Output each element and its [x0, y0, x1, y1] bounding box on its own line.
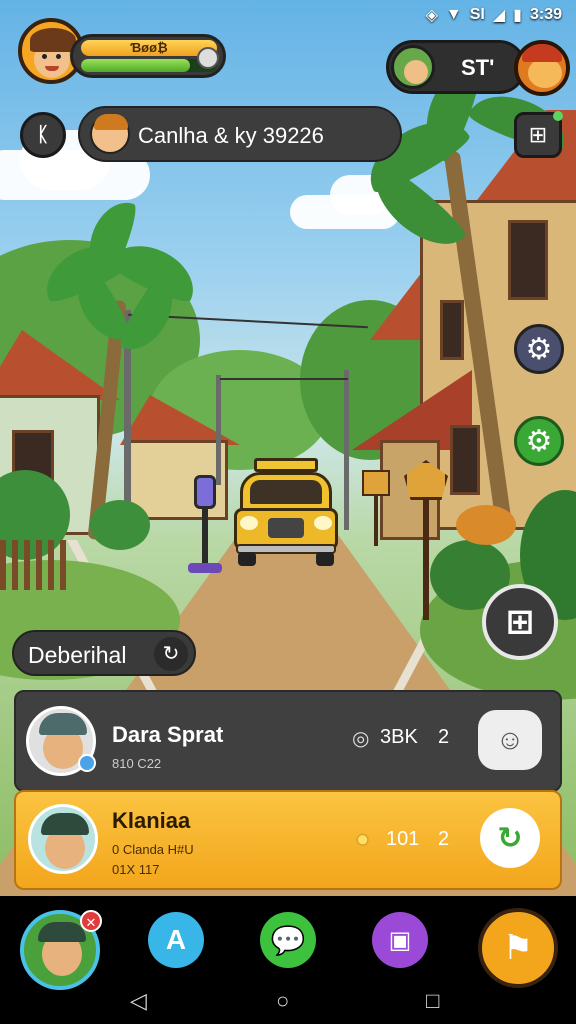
player-avatar-2 [28, 804, 98, 874]
player-sub-line2: 01X 117 [112, 862, 160, 877]
xp-fill [81, 59, 190, 72]
player-card-highlight[interactable]: Klaniaa 0 Clanda H#U 01X 117 ● 101 2 ↻ [14, 790, 562, 890]
wifi-icon: ◈ [425, 7, 438, 24]
bottom-nav: ✕ A 💬 ▣ ⚑ ◁ ○ □ [0, 896, 576, 1024]
shop-nav-button[interactable]: ▣ [372, 912, 428, 968]
clock: 3:39 [529, 6, 562, 23]
status-bar: ◈ ▼ SI ◢ ▮ 3:39 [0, 0, 576, 30]
currency-pill[interactable]: ST' [386, 40, 526, 94]
player-rank: 2 [438, 828, 450, 850]
player-stat: 101 [386, 828, 420, 850]
rival-avatar[interactable] [514, 40, 570, 96]
quest-avatar [90, 114, 130, 154]
player-rank: 2 [438, 726, 450, 748]
wifi-signal-icon: ▼ [445, 6, 462, 23]
camera-icon: ◎ [352, 728, 370, 750]
fence [0, 540, 70, 590]
event-icon: ⚑ [502, 929, 534, 967]
companion-icon [391, 45, 435, 89]
player-card[interactable]: Dara Sprat 810 C22 ◎ 3BK 2 ☺ [14, 690, 562, 792]
settings-button[interactable]: ⚙ [514, 324, 564, 374]
coin-icon: ● [356, 826, 370, 851]
bush [90, 500, 150, 550]
grid-button[interactable]: ⊞ [514, 111, 563, 158]
utility-pole [344, 370, 349, 530]
taxi[interactable] [234, 458, 338, 566]
chat-a-icon: A [165, 924, 187, 955]
profile-badge-icon: ✕ [80, 910, 102, 932]
battery-icon: ▮ [513, 7, 522, 24]
refresh-icon: ↻ [497, 821, 523, 855]
location-pill[interactable]: Deberihal ↻ [12, 630, 196, 676]
quest-label: Canlha & ky 39226 [138, 123, 324, 148]
quest-banner[interactable]: Canlha & ky 39226 [78, 106, 402, 162]
player-sub-line1: 0 Clanda H#U [112, 842, 194, 857]
ghost-icon: ☺ [495, 724, 525, 755]
ghost-button[interactable]: ☺ [478, 710, 542, 770]
location-label: Deberihal [28, 642, 127, 668]
xp-end-icon [197, 47, 219, 69]
chat-a-nav-button[interactable]: A [148, 912, 204, 968]
map-icon: ᛕ [37, 123, 49, 146]
recents-button[interactable]: □ [426, 988, 439, 1014]
gear-icon: ⚙ [525, 424, 553, 458]
player-name: Klaniaa [112, 808, 191, 833]
notification-dot [553, 111, 563, 121]
grid-icon: ⊞ [528, 122, 548, 147]
map-button[interactable]: ᛕ [20, 112, 66, 158]
refresh-small-icon: ↻ [154, 637, 188, 671]
message-icon: 💬 [270, 924, 306, 956]
power-line [220, 378, 348, 380]
settings-green-button[interactable]: ⚙ [514, 416, 564, 466]
xp-bar: Ɓøø₿ [70, 34, 226, 78]
message-nav-button[interactable]: 💬 [260, 912, 316, 968]
flower-bush [456, 505, 516, 545]
currency-label: ST' [461, 55, 495, 80]
utility-pole [216, 375, 221, 485]
back-button[interactable]: ◁ [130, 988, 147, 1014]
shop-icon: ▣ [388, 926, 412, 954]
player-sub: 810 C22 [112, 756, 162, 771]
player-name: Dara Sprat [112, 722, 224, 747]
hash-icon: ⊞ [505, 603, 535, 641]
action-button[interactable]: ⊞ [482, 584, 558, 660]
event-nav-button[interactable]: ⚑ [478, 908, 558, 988]
verified-icon [78, 754, 96, 772]
cell-signal-icon: ◢ [492, 7, 506, 24]
home-button[interactable]: ○ [276, 988, 289, 1014]
player-stat: 3BK [380, 726, 418, 748]
gear-icon: ⚙ [525, 332, 553, 366]
signal-label: SI [469, 6, 485, 23]
refresh-button[interactable]: ↻ [480, 808, 540, 868]
